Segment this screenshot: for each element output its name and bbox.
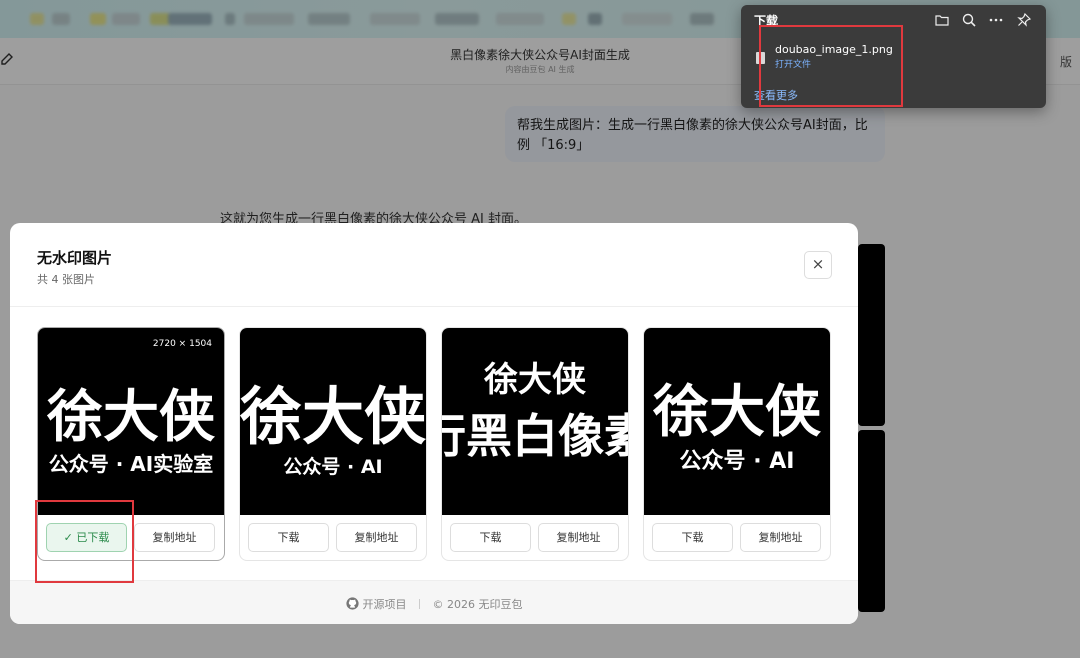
copy-url-button[interactable]: 复制地址 xyxy=(740,523,821,552)
copy-url-button[interactable]: 复制地址 xyxy=(336,523,417,552)
search-icon[interactable] xyxy=(961,12,977,28)
copy-url-button[interactable]: 复制地址 xyxy=(538,523,619,552)
divider xyxy=(10,306,858,307)
cover-art: 徐大侠 公众号 · AI实验室 xyxy=(46,385,215,476)
cover-line2: 公众号 · AI xyxy=(680,449,795,474)
image-card: 徐大侠 行黑白像素 下载 复制地址 xyxy=(441,327,629,561)
copyright-text: © 2026 无印豆包 xyxy=(432,598,523,611)
cover-art: 徐大侠 行黑白像素 xyxy=(442,360,628,463)
cover-art: 徐大侠 公众号 · AI xyxy=(652,380,821,474)
cover-line2: 行黑白像素 xyxy=(442,409,628,463)
cover-line1: 徐大侠 xyxy=(652,380,821,445)
download-button[interactable]: 下载 xyxy=(652,523,733,552)
footer-separator xyxy=(419,599,420,609)
close-button[interactable]: × xyxy=(804,251,832,279)
highlight-box xyxy=(759,25,903,107)
download-button[interactable]: 下载 xyxy=(248,523,329,552)
pixel-cover-image[interactable]: 徐大侠 行黑白像素 xyxy=(442,328,628,515)
pixel-cover-image[interactable]: 徐大侠 公众号 · AI xyxy=(644,328,830,515)
download-button[interactable]: 下载 xyxy=(450,523,531,552)
image-card: 徐大侠 公众号 · AI 下载 复制地址 xyxy=(239,327,427,561)
pin-icon[interactable] xyxy=(1016,12,1032,28)
cover-art: 徐大侠 公众号 · AI xyxy=(240,380,426,478)
modal-subtitle: 共 4 张图片 xyxy=(37,273,95,286)
more-icon[interactable] xyxy=(988,12,1004,28)
folder-icon[interactable] xyxy=(934,12,950,28)
cover-line1: 徐大侠 xyxy=(483,360,587,400)
open-source-link[interactable]: 开源项目 xyxy=(345,597,411,611)
cover-line2: 公众号 · AI实验室 xyxy=(49,452,213,476)
pixel-cover-image[interactable]: 徐大侠 公众号 · AI xyxy=(240,328,426,515)
image-dimensions: 2720 × 1504 xyxy=(152,339,212,349)
no-watermark-modal: 无水印图片 共 4 张图片 × 徐大侠 公众号 · AI实验室 2720 × 1… xyxy=(10,223,858,624)
modal-title: 无水印图片 xyxy=(37,249,113,267)
cover-line1: 徐大侠 xyxy=(240,380,426,453)
pixel-cover-image[interactable]: 徐大侠 公众号 · AI实验室 2720 × 1504 xyxy=(38,328,224,515)
cover-line2: 公众号 · AI xyxy=(283,455,382,478)
highlight-box xyxy=(35,500,134,583)
image-card: 徐大侠 公众号 · AI 下载 复制地址 xyxy=(643,327,831,561)
open-source-label: 开源项目 xyxy=(362,598,407,611)
github-icon xyxy=(345,597,359,610)
copy-url-button[interactable]: 复制地址 xyxy=(134,523,215,552)
cover-line1: 徐大侠 xyxy=(46,385,215,450)
modal-footer: 开源项目 © 2026 无印豆包 xyxy=(10,580,858,624)
